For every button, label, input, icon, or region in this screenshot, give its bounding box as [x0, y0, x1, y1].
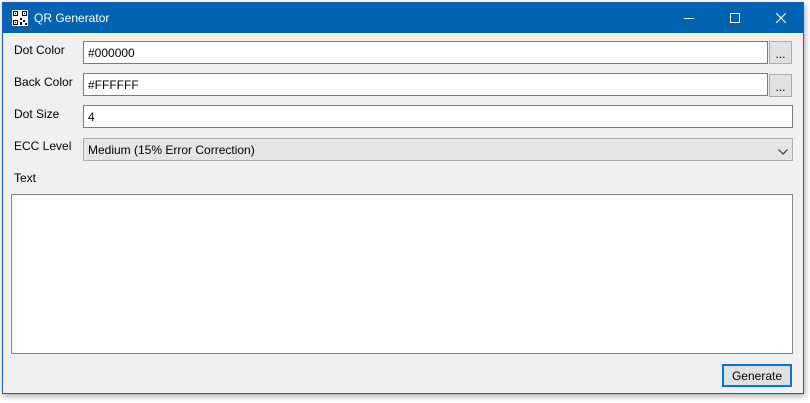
dot-color-label: Dot Color: [14, 43, 65, 57]
minimize-icon: [684, 13, 694, 23]
back-color-picker-button[interactable]: ...: [769, 74, 792, 97]
minimize-button[interactable]: [666, 3, 712, 33]
maximize-button[interactable]: [712, 3, 758, 33]
back-color-input[interactable]: #FFFFFF: [83, 73, 768, 96]
dot-size-input[interactable]: 4: [83, 105, 793, 128]
ecc-level-selected: Medium (15% Error Correction): [88, 142, 255, 157]
generate-button[interactable]: Generate: [722, 364, 792, 387]
dot-color-picker-button[interactable]: ...: [769, 41, 792, 64]
close-button[interactable]: [758, 3, 804, 33]
back-color-label: Back Color: [14, 75, 73, 89]
ecc-level-select[interactable]: Medium (15% Error Correction): [83, 138, 793, 161]
maximize-icon: [730, 13, 740, 23]
dot-size-label: Dot Size: [14, 107, 60, 121]
close-icon: [776, 13, 786, 23]
text-label: Text: [14, 171, 37, 185]
window-title: QR Generator: [34, 11, 110, 25]
qr-code-icon: [12, 10, 28, 26]
text-input[interactable]: [11, 194, 793, 354]
qr-generator-window: QR Generator Dot Color #000000 ... Back …: [2, 2, 804, 394]
ecc-level-label: ECC Level: [14, 139, 72, 153]
title-bar[interactable]: QR Generator: [3, 3, 803, 33]
dot-color-input[interactable]: #000000: [83, 41, 768, 64]
chevron-down-icon: [778, 145, 788, 159]
